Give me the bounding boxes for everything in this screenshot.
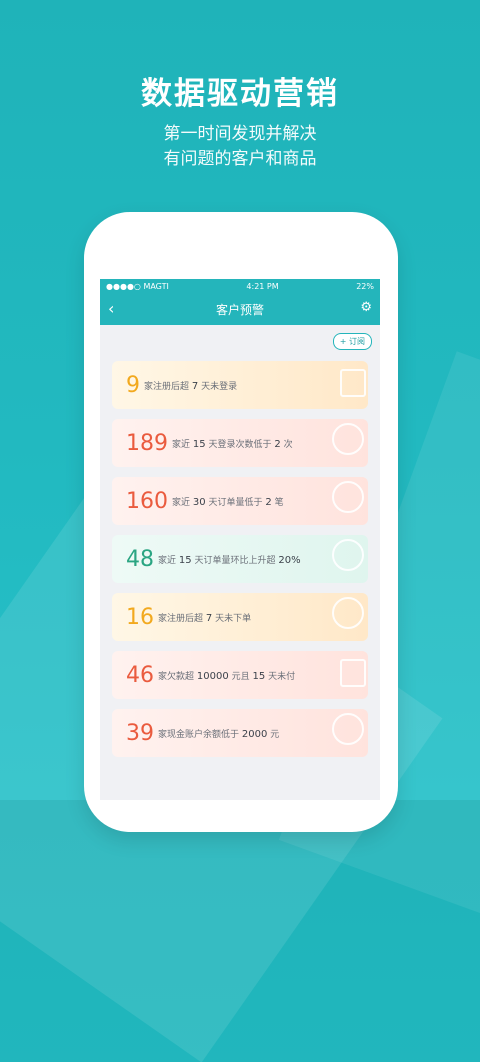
alert-value: 15	[192, 438, 206, 450]
alert-count: 39	[126, 720, 154, 746]
alert-text: 家近	[158, 555, 177, 566]
alert-text: 天未下单	[215, 613, 252, 624]
carrier-label: ●●●●○ MAGTI	[106, 281, 169, 291]
decorative-icon	[340, 369, 366, 397]
alert-description: 家近 15 天订单量环比上升超 20%	[158, 553, 301, 566]
hero-subtitle: 第一时间发现并解决 有问题的客户和商品	[0, 122, 480, 172]
alert-description: 家近 15 天登录次数低于 2 次	[172, 437, 293, 450]
alert-value: 30	[192, 496, 206, 508]
alert-description: 家注册后超 7 天未下单	[158, 611, 251, 624]
alert-description: 家欠款超 10000 元且 15 天未付	[158, 669, 295, 682]
alert-text: 次	[283, 439, 293, 450]
alert-value: 20%	[278, 554, 301, 566]
alert-text: 家近	[172, 497, 191, 508]
decorative-icon	[332, 713, 364, 745]
decorative-icon	[332, 597, 364, 629]
alert-value: 10000	[196, 670, 229, 682]
battery-label: 22%	[356, 281, 374, 291]
alert-text: 家近	[172, 439, 191, 450]
status-bar: ●●●●○ MAGTI 4:21 PM 22%	[100, 279, 380, 293]
alert-text: 天登录次数低于	[208, 439, 272, 450]
status-time: 4:21 PM	[246, 281, 279, 291]
alert-card[interactable]: 9 家注册后超 7 天未登录	[112, 361, 368, 409]
hero-subtitle-line1: 第一时间发现并解决	[163, 124, 317, 144]
decorative-icon	[340, 659, 366, 687]
alert-text: 天订单量环比上升超	[194, 555, 276, 566]
alert-card[interactable]: 39 家现金账户余额低于 2000 元	[112, 709, 368, 757]
alert-text: 天订单量低于	[208, 497, 263, 508]
alert-text: 元	[270, 729, 280, 740]
app-screen: ●●●●○ MAGTI 4:21 PM 22% ‹ 客户预警 ⚙ + 订阅 9家…	[100, 279, 380, 800]
alert-value: 7	[205, 612, 213, 624]
alert-count: 48	[126, 546, 154, 572]
alert-count: 46	[126, 662, 154, 688]
alert-card[interactable]: 16 家注册后超 7 天未下单	[112, 593, 368, 641]
alert-count: 16	[126, 604, 154, 630]
alert-text: 家现金账户余额低于	[158, 729, 240, 740]
page-title: 客户预警	[215, 302, 264, 317]
alert-description: 家现金账户余额低于 2000 元	[158, 727, 279, 740]
alert-text: 家注册后超	[158, 613, 204, 624]
alert-card[interactable]: 160 家近 30 天订单量低于 2 笔	[112, 477, 368, 525]
decorative-icon	[332, 423, 364, 455]
gear-icon[interactable]: ⚙	[360, 300, 372, 315]
alert-text: 元且	[231, 671, 250, 682]
alert-value: 2	[274, 438, 281, 450]
decorative-icon	[332, 539, 364, 571]
alert-text: 天未付	[268, 671, 296, 682]
hero-title: 数据驱动营销	[141, 76, 339, 112]
subscribe-button[interactable]: + 订阅	[332, 333, 372, 350]
alert-description: 家注册后超 7 天未登录	[144, 379, 237, 392]
alert-count: 189	[126, 430, 168, 456]
alert-text: 笔	[274, 497, 284, 508]
alert-text: 天未登录	[201, 381, 238, 392]
alert-text: 家欠款超	[158, 671, 195, 682]
alert-value: 15	[252, 670, 266, 682]
alert-value: 2000	[241, 728, 268, 740]
navigation-bar: ‹ 客户预警 ⚙	[100, 293, 380, 325]
alert-value: 15	[178, 554, 192, 566]
alert-card[interactable]: 48 家近 15 天订单量环比上升超 20%	[112, 535, 368, 583]
alert-text: 家注册后超	[144, 381, 190, 392]
alert-count: 9	[126, 372, 140, 398]
alert-count: 160	[126, 488, 168, 514]
alert-description: 家近 30 天订单量低于 2 笔	[172, 495, 284, 508]
alert-value: 2	[265, 496, 272, 508]
hero-subtitle-line2: 有问题的客户和商品	[163, 149, 317, 169]
decorative-icon	[332, 481, 364, 513]
alert-card[interactable]: 46 家欠款超 10000 元且 15 天未付	[112, 651, 368, 699]
back-icon[interactable]: ‹	[108, 299, 114, 318]
alert-card[interactable]: 189 家近 15 天登录次数低于 2 次	[112, 419, 368, 467]
alert-value: 7	[191, 380, 199, 392]
